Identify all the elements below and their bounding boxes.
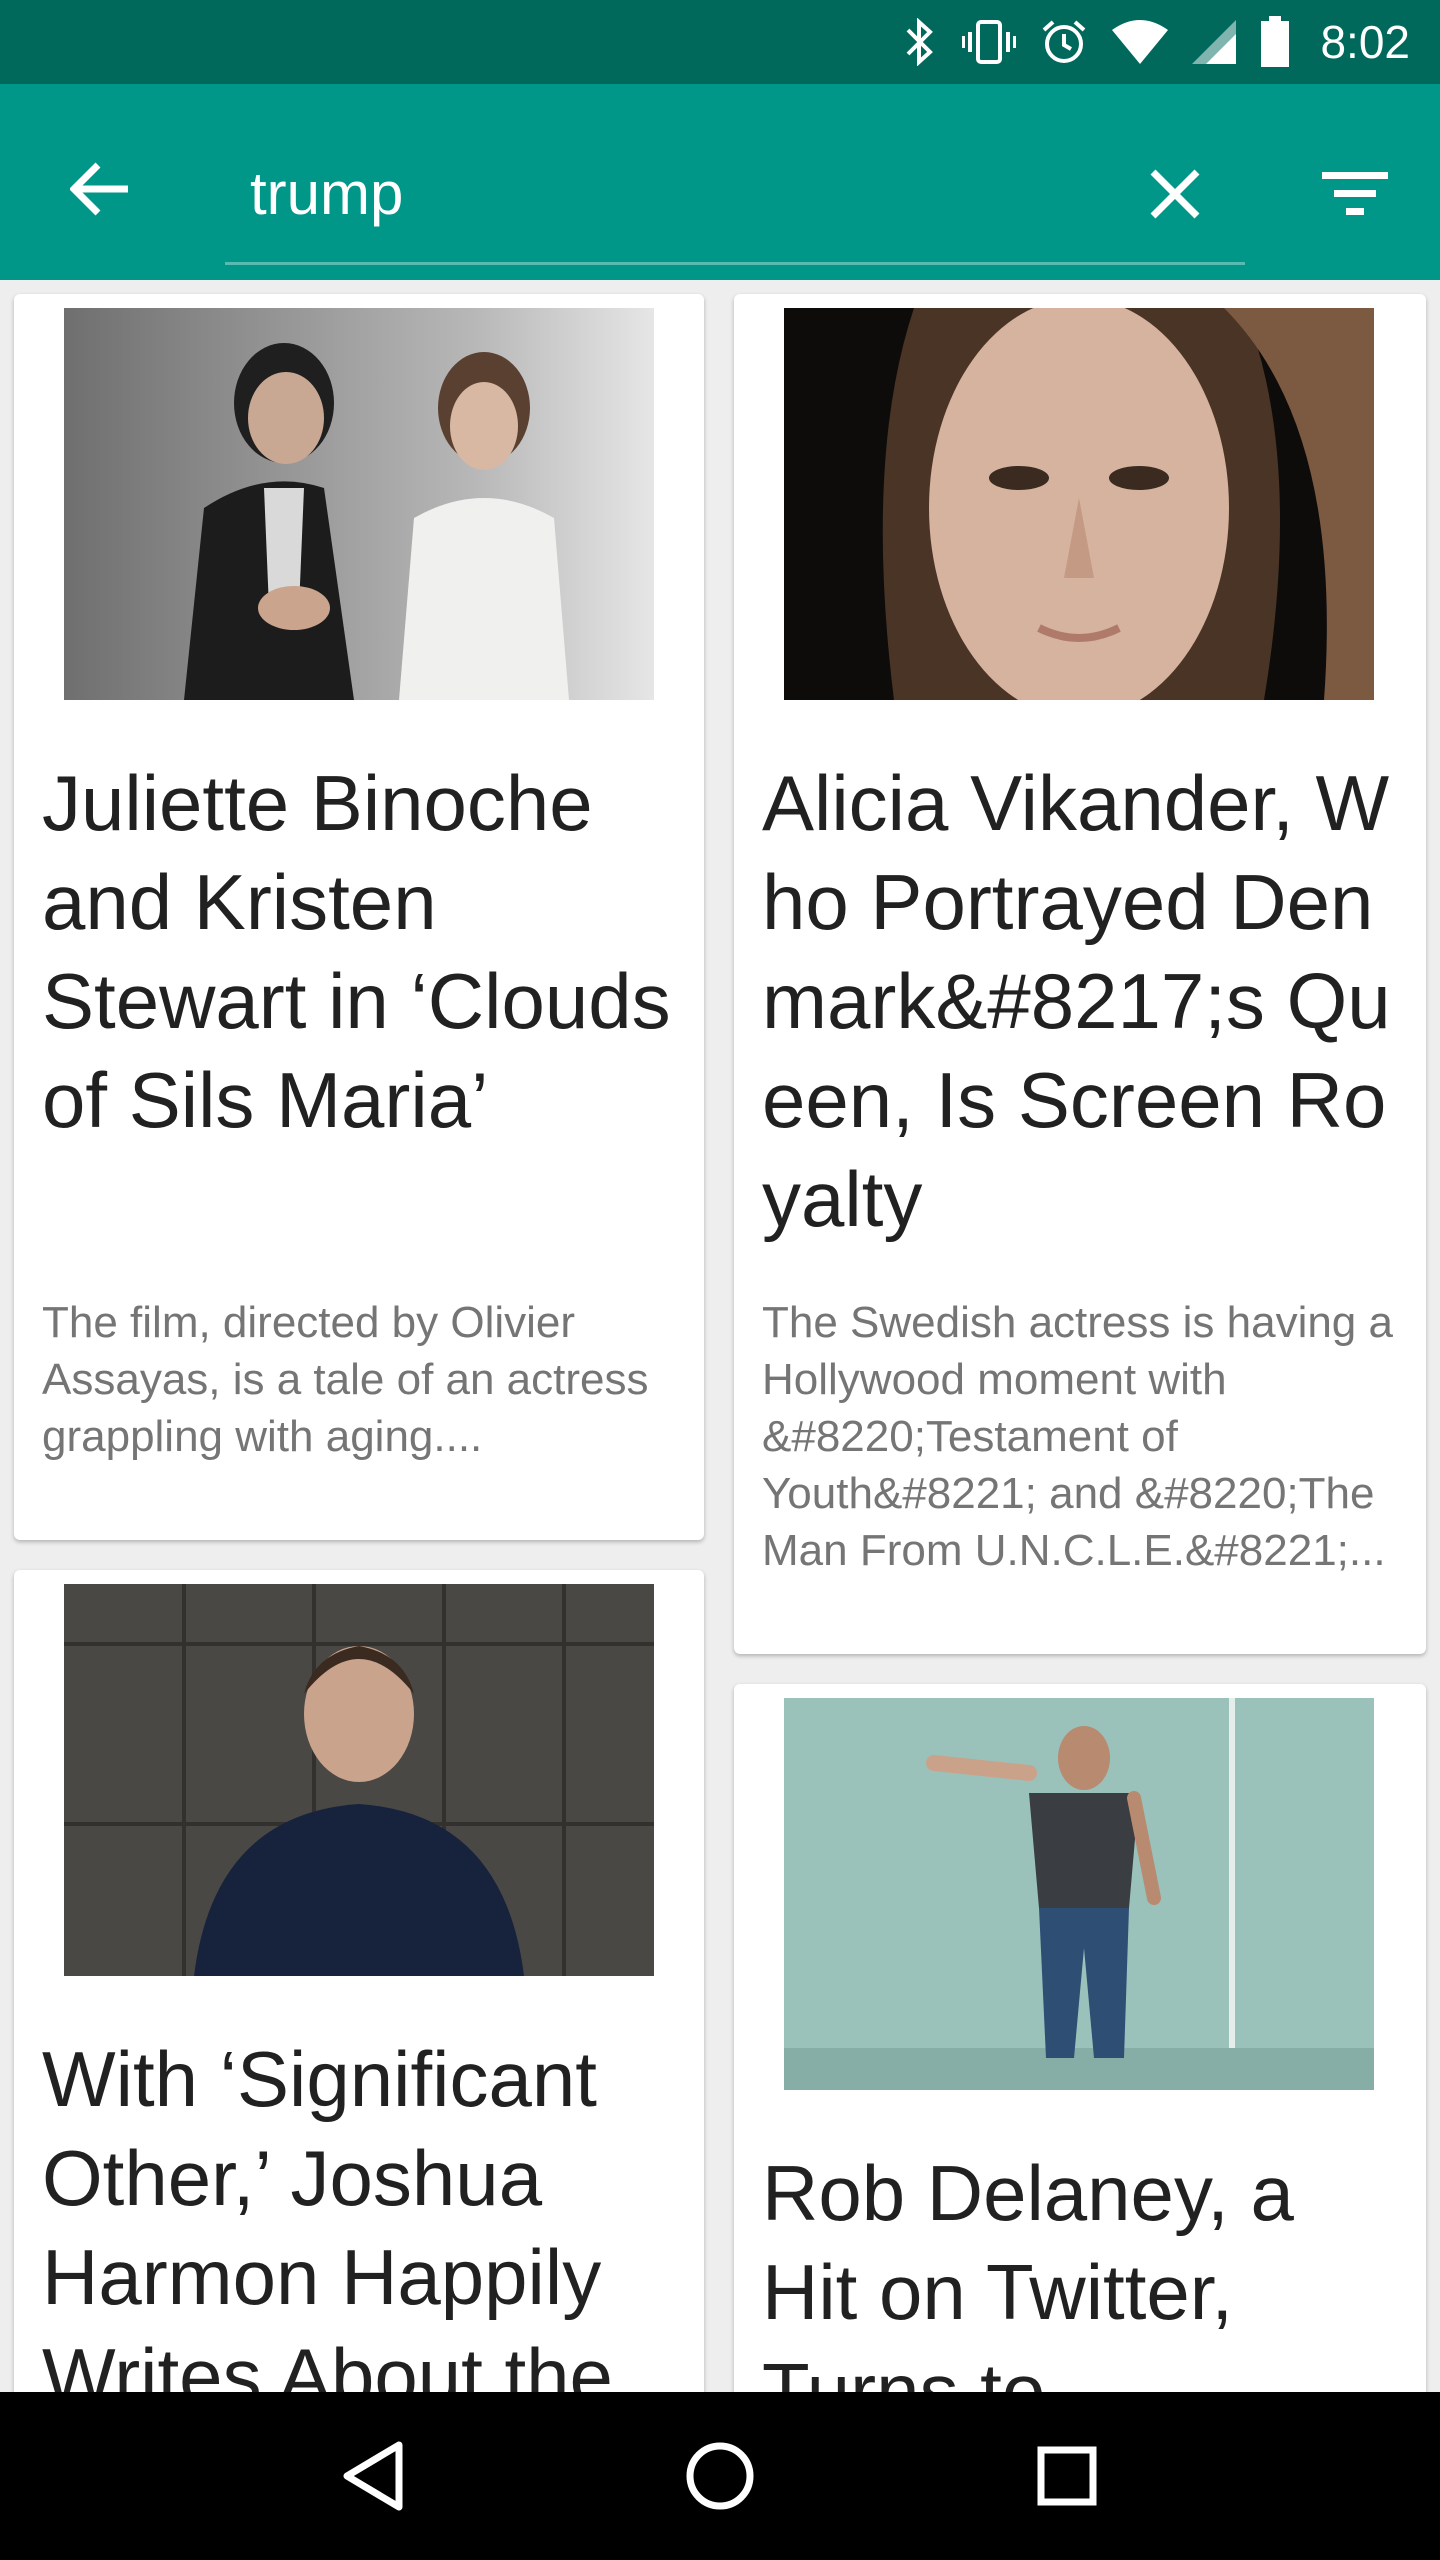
nav-back-button[interactable] [313,2416,433,2536]
battery-icon [1260,14,1290,70]
filter-button[interactable] [1305,144,1405,244]
bluetooth-icon [902,14,938,70]
results-grid: Juliette Binoche and Kristen Stewart in … [0,280,1440,2392]
signal-icon [1192,14,1237,70]
alarm-icon [1040,14,1088,70]
article-card[interactable]: Rob Delaney, a Hit on Twitter, Turns to [734,1684,1426,2392]
nav-home-icon [686,2442,754,2510]
article-description: The Swedish actress is having a Hollywoo… [762,1298,1393,1575]
article-image [784,1698,1374,2090]
article-title: Alicia Vikander, Who Portrayed Denmark&#… [762,759,1391,1243]
article-title: Juliette Binoche and Kristen Stewart in … [42,759,671,1144]
search-underline [225,262,1245,265]
article-description: The film, directed by Olivier Assayas, i… [42,1298,649,1461]
wifi-icon [1112,14,1169,70]
article-card[interactable]: Juliette Binoche and Kristen Stewart in … [14,294,704,1540]
article-image [784,308,1374,700]
article-image [64,1584,654,1976]
article-card[interactable]: Alicia Vikander, Who Portrayed Denmark&#… [734,294,1426,1654]
nav-home-button[interactable] [660,2416,780,2536]
article-title: With ‘Significant Other,’ Joshua Harmon … [42,2035,613,2392]
arrow-back-icon [70,162,128,216]
article-title: Rob Delaney, a Hit on Twitter, Turns to [762,2149,1294,2392]
back-button[interactable] [50,139,150,239]
clear-search-button[interactable] [1125,144,1225,244]
close-icon [1150,169,1200,219]
nav-recents-button[interactable] [1007,2416,1127,2536]
status-time: 8:02 [1320,16,1410,68]
status-bar: 8:02 [0,0,1440,84]
article-image [64,308,654,700]
nav-back-icon [343,2441,403,2511]
system-navigation-bar [0,2392,1440,2560]
search-app-bar [0,84,1440,280]
filter-icon [1322,172,1388,215]
nav-recents-icon [1037,2446,1097,2506]
article-card[interactable]: With ‘Significant Other,’ Joshua Harmon … [14,1570,704,2392]
vibrate-icon [962,14,1017,70]
